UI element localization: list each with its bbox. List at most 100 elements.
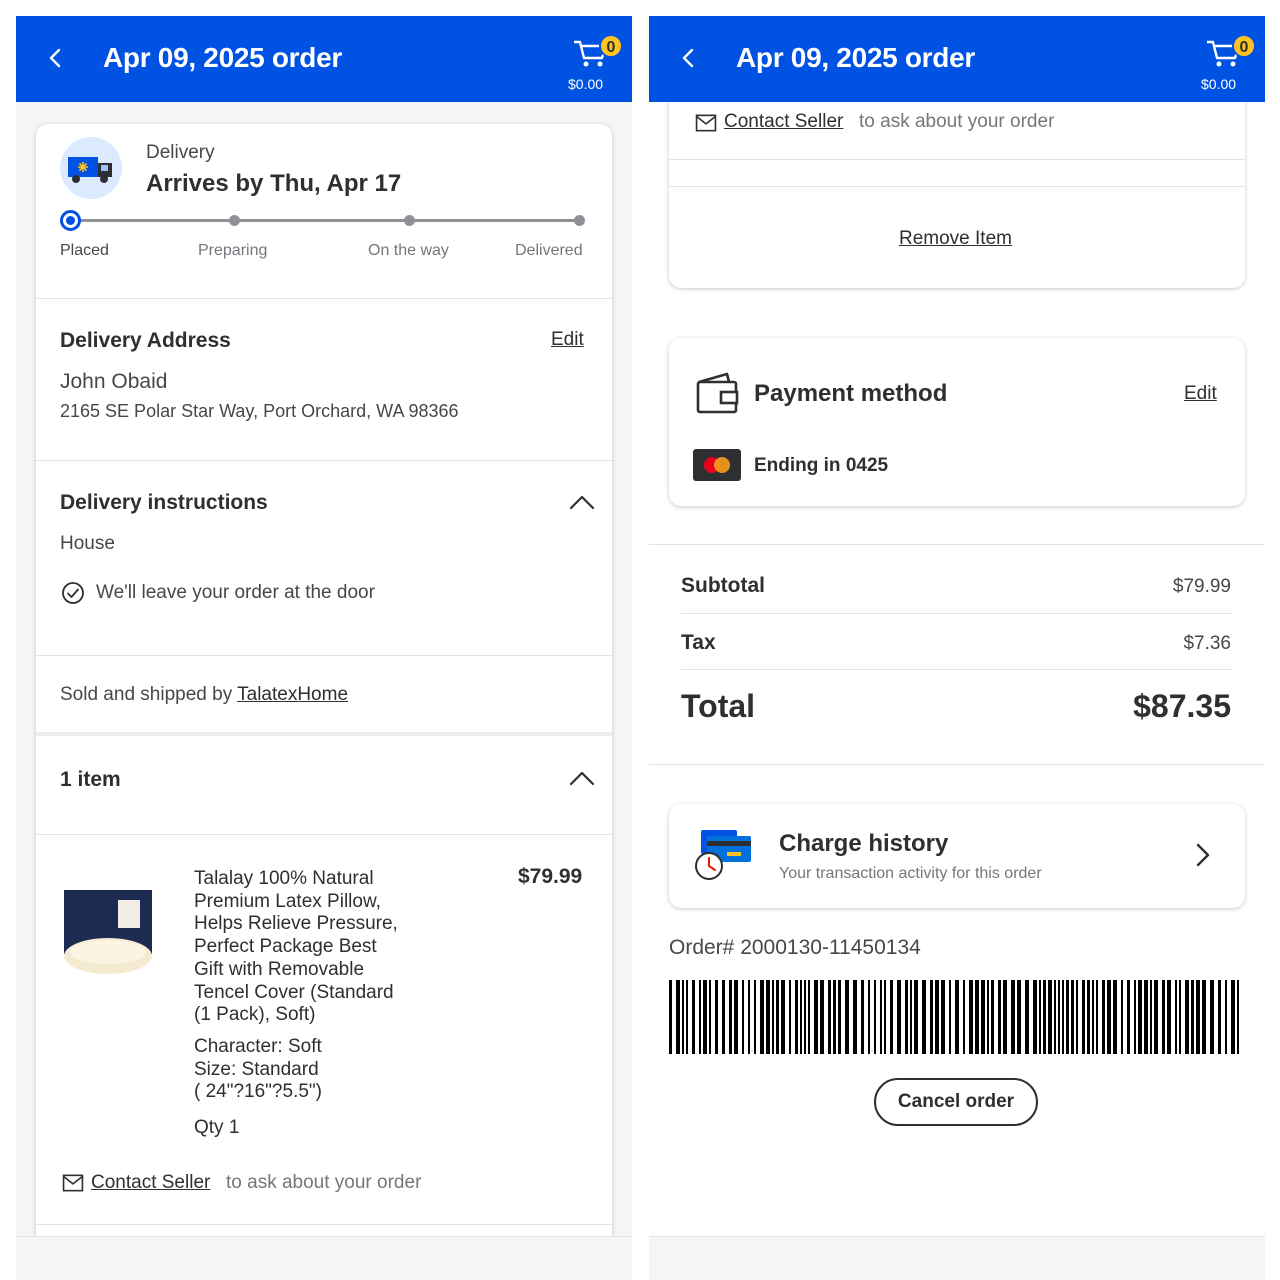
sold-by-prefix: Sold and shipped by <box>60 684 233 705</box>
barcode-bar <box>987 980 989 1054</box>
order-barcode <box>669 980 1239 1054</box>
address-line: 2165 SE Polar Star Way, Port Orchard, WA… <box>60 401 459 421</box>
barcode-bar <box>1175 980 1177 1054</box>
back-arrow-icon[interactable] <box>679 46 699 70</box>
seller-link[interactable]: TalatexHome <box>237 684 348 705</box>
barcode-bar <box>963 980 965 1054</box>
barcode-bar <box>709 980 711 1054</box>
delivery-type-label: Delivery <box>146 142 215 163</box>
chevron-right-icon[interactable] <box>1195 842 1211 868</box>
barcode-bar <box>722 980 725 1054</box>
barcode-bar <box>910 980 912 1054</box>
instructions-note: We'll leave your order at the door <box>96 582 375 603</box>
divider <box>681 613 1233 614</box>
barcode-bar <box>1039 980 1041 1054</box>
barcode-bar <box>682 980 684 1054</box>
order-details-screen-bottom: Apr 09, 2025 order 0 $0.00 Contact Selle… <box>649 16 1265 1280</box>
barcode-bar <box>874 980 876 1054</box>
barcode-bar <box>1092 980 1094 1054</box>
back-arrow-icon[interactable] <box>46 46 66 70</box>
product-title[interactable]: Talalay 100% Natural Premium Latex Pillo… <box>194 868 398 1027</box>
check-circle-icon <box>62 582 84 604</box>
card-ending: Ending in 0425 <box>754 455 889 476</box>
barcode-bar <box>1237 980 1239 1054</box>
progress-step-placed-marker <box>60 210 81 231</box>
chevron-up-icon[interactable] <box>568 493 596 511</box>
delivery-truck-icon <box>60 137 122 199</box>
mastercard-icon <box>693 449 741 481</box>
barcode-bar <box>729 980 732 1054</box>
barcode-bar <box>969 980 973 1054</box>
barcode-bar <box>1054 980 1056 1054</box>
cart-amount: $0.00 <box>568 76 604 92</box>
barcode-bar <box>676 980 680 1054</box>
payment-method-heading: Payment method <box>754 380 948 407</box>
progress-step-on-the-way-marker <box>404 215 415 226</box>
divider <box>669 159 1245 160</box>
barcode-bar <box>781 980 785 1054</box>
delivery-instructions-heading: Delivery instructions <box>60 491 268 514</box>
barcode-bar <box>897 980 901 1054</box>
barcode-bar <box>1076 980 1078 1054</box>
barcode-bar <box>930 980 933 1054</box>
barcode-bar <box>833 980 836 1054</box>
barcode-bar <box>1167 980 1171 1054</box>
divider <box>36 298 612 299</box>
barcode-bar <box>1138 980 1142 1054</box>
barcode-bar <box>1062 980 1064 1054</box>
barcode-bar <box>828 980 831 1054</box>
divider <box>36 655 612 656</box>
barcode-bar <box>742 980 744 1054</box>
charge-history-card[interactable]: Charge history Your transaction activity… <box>669 804 1245 908</box>
barcode-bar <box>935 980 939 1054</box>
cancel-order-button[interactable]: Cancel order <box>874 1078 1038 1126</box>
barcode-bar <box>941 980 945 1054</box>
barcode-bar <box>1113 980 1117 1054</box>
product-title-line: Tencel Cover (Standard <box>194 981 394 1003</box>
barcode-bar <box>734 980 738 1054</box>
barcode-bar <box>1082 980 1085 1054</box>
barcode-bar <box>1127 980 1130 1054</box>
barcode-bar <box>922 980 926 1054</box>
edit-payment-link[interactable]: Edit <box>1184 383 1217 405</box>
barcode-bar <box>1096 980 1098 1054</box>
barcode-bar <box>1071 980 1074 1054</box>
remove-item-link[interactable]: Remove Item <box>899 228 1012 250</box>
barcode-bar <box>1154 980 1158 1054</box>
barcode-bar <box>1231 980 1235 1054</box>
barcode-bar <box>692 980 695 1054</box>
barcode-bar <box>1043 980 1046 1054</box>
divider <box>681 669 1233 670</box>
contact-seller-hint: to ask about your order <box>859 111 1055 132</box>
barcode-bar <box>905 980 908 1054</box>
barcode-bar <box>1185 980 1189 1054</box>
product-thumbnail[interactable] <box>60 882 160 982</box>
barcode-bar <box>1162 980 1165 1054</box>
product-title-line: (1 Pack), Soft) <box>194 1004 316 1026</box>
charge-history-title: Charge history <box>779 830 949 857</box>
divider <box>36 1224 612 1225</box>
barcode-bar <box>868 980 870 1054</box>
barcode-bar <box>1087 980 1090 1054</box>
total-value: $87.35 <box>1133 688 1231 724</box>
barcode-bar <box>1179 980 1181 1054</box>
barcode-bar <box>845 980 849 1054</box>
barcode-bar <box>861 980 864 1054</box>
chevron-up-icon[interactable] <box>568 769 596 787</box>
order-number: Order# 2000130-11450134 <box>669 936 921 959</box>
charge-history-subtitle: Your transaction activity for this order <box>779 865 1042 882</box>
edit-address-link[interactable]: Edit <box>551 329 584 351</box>
contact-seller-link[interactable]: Contact Seller <box>91 1172 210 1194</box>
barcode-bar <box>1134 980 1136 1054</box>
app-header: Apr 09, 2025 order 0 $0.00 <box>16 16 632 102</box>
barcode-bar <box>754 980 756 1054</box>
barcode-bar <box>766 980 770 1054</box>
progress-step-preparing-marker <box>229 215 240 226</box>
product-title-line: Talalay 100% Natural <box>194 868 374 889</box>
contact-seller-link[interactable]: Contact Seller <box>724 111 843 133</box>
barcode-bar <box>808 980 810 1054</box>
product-price: $79.99 <box>518 865 583 888</box>
progress-step-label: Preparing <box>198 242 268 259</box>
barcode-bar <box>1225 980 1227 1054</box>
product-title-line: Gift with Removable <box>194 958 365 980</box>
